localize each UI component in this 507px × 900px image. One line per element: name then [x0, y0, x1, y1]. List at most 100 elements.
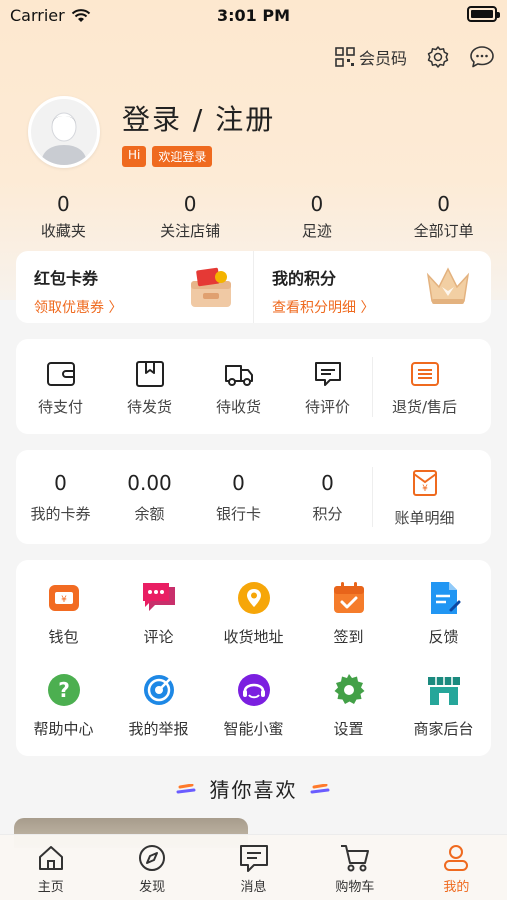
- order-label: 待支付: [37, 398, 83, 416]
- target-icon: [143, 675, 174, 705]
- member-code-button[interactable]: 会员码: [335, 45, 407, 69]
- package-icon: [135, 361, 164, 387]
- review-icon: [314, 362, 341, 386]
- tool-feedback[interactable]: 反馈: [396, 578, 491, 670]
- crown-icon: [426, 267, 470, 304]
- tool-merchant-backend[interactable]: 商家后台: [396, 670, 491, 762]
- member-code-label: 会员码: [358, 49, 407, 68]
- stat-all-orders[interactable]: 0 全部订单: [380, 192, 507, 241]
- order-pending-review[interactable]: 待评价: [283, 356, 372, 417]
- chat-bubble-icon: [470, 46, 494, 68]
- wallet-points[interactable]: 0 积分: [283, 471, 372, 524]
- user-icon: [444, 845, 469, 871]
- order-pending-payment[interactable]: 待支付: [16, 356, 105, 417]
- hi-badge: Hi: [122, 146, 147, 167]
- coupon-entry[interactable]: 红包卡券 领取优惠券 〉: [16, 251, 253, 323]
- tool-wallet[interactable]: ¥ 钱包: [16, 578, 111, 670]
- stat-label: 全部订单: [413, 222, 474, 240]
- tool-label: 帮助中心: [33, 720, 94, 738]
- order-label: 待评价: [304, 398, 350, 416]
- avatar[interactable]: [28, 96, 100, 168]
- tool-label: 收货地址: [223, 628, 284, 646]
- bill-icon: ¥: [412, 469, 437, 496]
- tab-home[interactable]: 主页: [0, 835, 101, 900]
- wallet-value: 0.00: [127, 470, 172, 495]
- stat-favorites[interactable]: 0 收藏夹: [0, 192, 127, 241]
- tab-label: 购物车: [335, 880, 375, 895]
- tab-label: 主页: [37, 880, 64, 895]
- welcome-tags: Hi 欢迎登录: [122, 146, 275, 167]
- promo-card: 红包卡券 领取优惠券 〉 我的积分 查看积分明细 〉: [16, 251, 491, 323]
- stat-value: 0: [183, 192, 197, 216]
- order-status-card: 待支付 待发货 待收货 待评价 退货/售后: [16, 339, 491, 434]
- order-returns[interactable]: 退货/售后: [373, 356, 476, 417]
- home-icon: [38, 846, 63, 870]
- tab-mine[interactable]: 我的: [406, 835, 507, 900]
- wallet-label: 余额: [134, 504, 165, 523]
- stat-value: 0: [310, 192, 324, 216]
- tab-label: 我的: [443, 880, 470, 895]
- messages-button[interactable]: [469, 44, 495, 70]
- tool-my-reports[interactable]: 我的举报: [111, 670, 206, 762]
- points-entry[interactable]: 我的积分 查看积分明细 〉: [253, 251, 491, 323]
- settings-button[interactable]: [425, 44, 451, 70]
- tool-label: 签到: [333, 628, 364, 646]
- wallet-value: 0: [321, 470, 334, 495]
- wallet-label: 银行卡: [215, 504, 261, 523]
- tool-label: 我的举报: [128, 720, 189, 738]
- qr-code-icon: [335, 47, 355, 67]
- cart-icon: [340, 845, 369, 872]
- wallet-balance[interactable]: 0.00 余额: [105, 471, 194, 524]
- stat-label: 足迹: [301, 222, 332, 240]
- wallet-bank-cards[interactable]: 0 银行卡: [194, 471, 283, 524]
- comments-icon: [142, 583, 175, 611]
- bottom-tab-bar: 主页 发现 消息 购物车 我的: [0, 834, 507, 900]
- decorative-streak-icon: [176, 783, 195, 793]
- wallet-label: 我的卡券: [30, 504, 91, 523]
- recommendations-header: 猜你喜欢: [0, 774, 507, 803]
- tool-help-center[interactable]: ? 帮助中心: [16, 670, 111, 762]
- svg-text:¥: ¥: [422, 484, 428, 494]
- wallet-label: 账单明细: [394, 508, 455, 527]
- tool-address[interactable]: 收货地址: [206, 578, 301, 670]
- tab-label: 发现: [139, 880, 166, 895]
- header-actions: 会员码: [335, 44, 495, 70]
- store-icon: [427, 677, 460, 705]
- tab-discover[interactable]: 发现: [101, 835, 202, 900]
- wallet-coupons[interactable]: 0 我的卡券: [16, 471, 105, 524]
- red-envelope-icon: [191, 267, 231, 307]
- wallet-card: 0 我的卡券 0.00 余额 0 银行卡 0 积分 ¥ 账单明细: [16, 450, 491, 544]
- wallet-icon: [46, 362, 75, 386]
- tab-messages[interactable]: 消息: [203, 835, 304, 900]
- login-register-link[interactable]: 登录 / 注册: [122, 98, 275, 138]
- tab-label: 消息: [240, 880, 267, 895]
- tool-settings[interactable]: 设置: [301, 670, 396, 762]
- tool-smart-assistant[interactable]: 智能小蜜: [206, 670, 301, 762]
- stat-footprints[interactable]: 0 足迹: [254, 192, 381, 241]
- svg-text:?: ?: [58, 678, 70, 702]
- tab-cart[interactable]: 购物车: [304, 835, 405, 900]
- message-icon: [239, 845, 268, 872]
- recommendations-title: 猜你喜欢: [209, 778, 298, 802]
- help-icon: ?: [47, 674, 80, 706]
- order-pending-receipt[interactable]: 待收货: [194, 356, 283, 417]
- tool-label: 智能小蜜: [223, 720, 284, 738]
- compass-icon: [139, 845, 166, 871]
- truck-icon: [224, 365, 253, 386]
- tool-label: 商家后台: [413, 720, 474, 738]
- svg-text:¥: ¥: [61, 595, 67, 605]
- stat-label: 关注店铺: [160, 222, 221, 240]
- stat-label: 收藏夹: [40, 222, 86, 240]
- wallet-icon: ¥: [48, 585, 79, 611]
- user-stats: 0 收藏夹 0 关注店铺 0 足迹 0 全部订单: [0, 192, 507, 241]
- gear-icon: [427, 46, 449, 68]
- tool-check-in[interactable]: 签到: [301, 578, 396, 670]
- wallet-bill-details[interactable]: ¥ 账单明细: [373, 467, 476, 528]
- stat-followed-shops[interactable]: 0 关注店铺: [127, 192, 254, 241]
- tool-comments[interactable]: 评论: [111, 578, 206, 670]
- order-pending-shipment[interactable]: 待发货: [105, 356, 194, 417]
- order-label: 待收货: [215, 398, 261, 416]
- tool-label: 钱包: [48, 628, 79, 646]
- gear-icon: [334, 674, 364, 704]
- returns-icon: [410, 362, 439, 386]
